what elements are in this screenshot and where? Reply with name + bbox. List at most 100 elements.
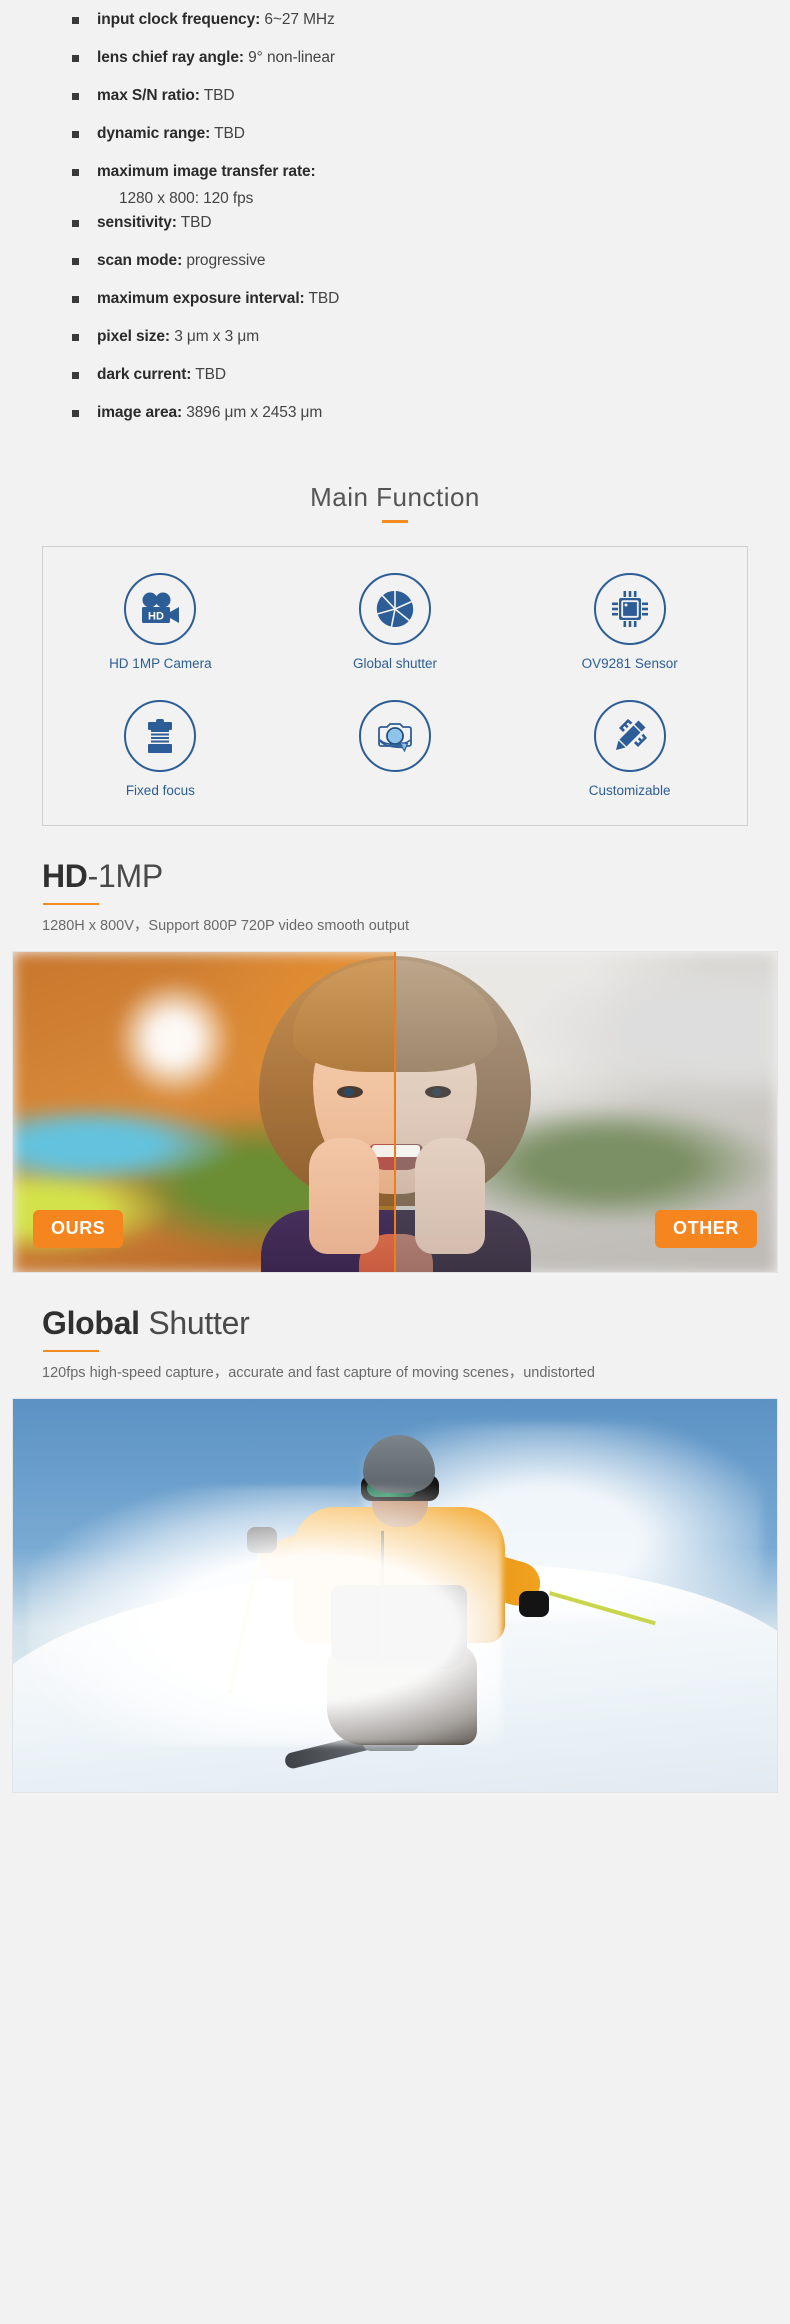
list-item: dark current: TBD [0, 363, 790, 401]
spec-value: TBD [191, 366, 226, 383]
skier-glove-right [519, 1590, 549, 1617]
spec-value: 3896 μm x 2453 μm [182, 404, 323, 421]
badge-other: OTHER [655, 1210, 757, 1249]
child-figure [395, 952, 549, 1273]
bullet-icon [72, 372, 79, 379]
list-item: input clock frequency: 6~27 MHz [0, 8, 790, 46]
bullet-icon [72, 296, 79, 303]
hd-1mp-header: HD-1MP 1280H x 800V，Support 800P 720P vi… [0, 857, 790, 936]
feature-row-2: Fixed focus Customizable [43, 699, 747, 799]
feature-icon-circle: HD [124, 572, 197, 645]
spec-text: lens chief ray angle: 9° non-linear [97, 46, 335, 70]
spec-label: lens chief ray angle: [97, 49, 244, 66]
feature-hd-camera[interactable]: HD HD 1MP Camera [43, 572, 278, 672]
list-item: maximum image transfer rate: 1280 x 800:… [0, 160, 790, 211]
feature-customizable[interactable]: Customizable [512, 699, 747, 799]
spec-label: maximum exposure interval: [97, 290, 305, 307]
child-hand-left [309, 1138, 379, 1255]
feature-ov9281-sensor[interactable]: OV9281 Sensor [512, 572, 747, 672]
feature-label: Customizable [588, 782, 671, 798]
feature-icon-circle [593, 699, 666, 772]
feature-label: Fixed focus [125, 782, 195, 798]
spec-subvalue: 1280 x 800: 120 fps [119, 190, 254, 207]
block-title-light: -1MP [87, 857, 164, 894]
hd-1mp-block: HD-1MP 1280H x 800V，Support 800P 720P vi… [0, 857, 790, 1274]
child-bangs [293, 960, 395, 1073]
spec-text: sensitivity: TBD [97, 211, 212, 235]
spec-text: image area: 3896 μm x 2453 μm [97, 401, 322, 425]
spec-value: 3 μm x 3 μm [170, 328, 260, 345]
list-item: dynamic range: TBD [0, 122, 790, 160]
comparison-photo-child: OURS OTHER [12, 951, 778, 1274]
spec-value: TBD [176, 214, 212, 231]
page-bottom-padding [0, 1793, 790, 1811]
badge-ours: OURS [33, 1210, 124, 1249]
global-shutter-header: Global Shutter 120fps high-speed capture… [0, 1305, 790, 1383]
spec-label: max S/N ratio: [97, 87, 200, 104]
feature-label: OV9281 Sensor [581, 655, 678, 671]
bullet-icon [72, 410, 79, 417]
title-accent-rule [43, 1349, 99, 1353]
list-item: lens chief ray angle: 9° non-linear [0, 46, 790, 84]
pencil-ruler-icon [610, 716, 650, 756]
list-item: maximum exposure interval: TBD [0, 287, 790, 325]
feature-icon-circle [359, 699, 431, 772]
feature-camera-rotate[interactable] [278, 699, 513, 799]
bullet-icon [72, 55, 79, 62]
snow-spray-front [28, 1485, 502, 1745]
feature-fixed-focus[interactable]: Fixed focus [43, 699, 278, 799]
spec-label: pixel size: [97, 328, 170, 345]
bullet-icon [72, 93, 79, 100]
feature-icon-circle [593, 572, 666, 645]
bullet-icon [72, 334, 79, 341]
hd-camera-icon: HD [139, 592, 181, 626]
bullet-icon [72, 131, 79, 138]
camera-rotate-icon [374, 716, 416, 756]
spec-label: maximum image transfer rate: [97, 163, 316, 180]
spec-value: TBD [199, 87, 235, 104]
feature-label: HD 1MP Camera [109, 655, 212, 671]
feature-grid: HD HD 1MP Camera Global shutter OV9281 S… [42, 545, 748, 826]
feature-row-1: HD HD 1MP Camera Global shutter OV9281 S… [43, 572, 747, 672]
feature-icon-circle [124, 699, 197, 772]
block-title-strong: Global [42, 1305, 140, 1342]
spec-label: sensitivity: [97, 214, 177, 231]
cpu-chip-icon [610, 589, 650, 629]
title-accent-rule [43, 902, 99, 906]
block-title: HD-1MP [42, 857, 790, 894]
child-hand-right [415, 1138, 485, 1255]
section-title: Main Function [310, 482, 480, 512]
main-function-section-header: Main Function [0, 483, 790, 523]
spec-text: dark current: TBD [97, 363, 226, 387]
specification-list: input clock frequency: 6~27 MHz lens chi… [0, 0, 790, 439]
spec-text: maximum image transfer rate: 1280 x 800:… [97, 160, 316, 211]
child-teeth [395, 1145, 420, 1158]
spec-label: dynamic range: [97, 125, 211, 142]
spec-value: TBD [304, 290, 340, 307]
spec-label: dark current: [97, 366, 192, 383]
bellows-lens-icon [140, 716, 180, 756]
feature-icon-circle [359, 572, 431, 645]
feature-global-shutter[interactable]: Global shutter [278, 572, 513, 672]
child-figure [241, 952, 395, 1273]
feature-label: Global shutter [352, 655, 438, 671]
global-shutter-block: Global Shutter 120fps high-speed capture… [0, 1305, 790, 1794]
spec-value: progressive [182, 252, 266, 269]
spec-text: pixel size: 3 μm x 3 μm [97, 325, 259, 349]
aperture-shutter-icon [375, 589, 415, 629]
list-item: max S/N ratio: TBD [0, 84, 790, 122]
svg-text:HD: HD [148, 610, 164, 622]
spec-label: image area: [97, 404, 183, 421]
spec-value: 6~27 MHz [260, 11, 335, 28]
spec-label: input clock frequency: [97, 11, 261, 28]
block-title-strong: HD [42, 857, 88, 894]
block-description: 1280H x 800V，Support 800P 720P video smo… [42, 918, 410, 935]
spec-label: scan mode: [97, 252, 183, 269]
spec-text: input clock frequency: 6~27 MHz [97, 8, 335, 32]
child-eye-right [425, 1086, 451, 1099]
bullet-icon [72, 220, 79, 227]
spec-text: maximum exposure interval: TBD [97, 287, 339, 311]
list-item: sensitivity: TBD [0, 211, 790, 249]
spec-text: dynamic range: TBD [97, 122, 245, 146]
spec-value: TBD [210, 125, 245, 142]
